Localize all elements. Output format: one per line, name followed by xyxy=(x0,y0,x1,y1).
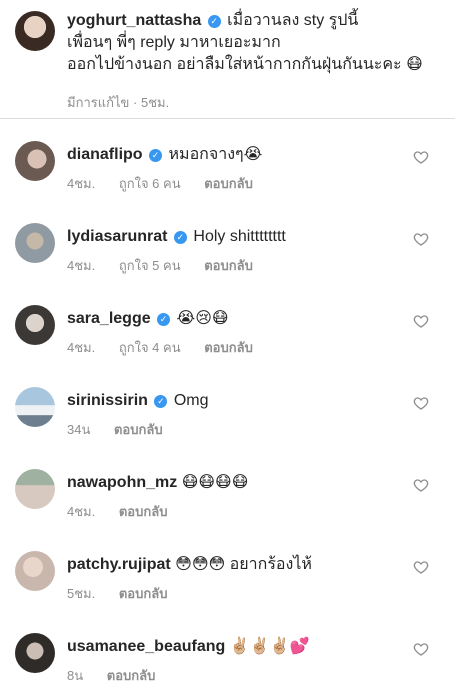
caption-line-2: เพื่อนๆ พี่ๆ reply มาหาเยอะมาก xyxy=(67,34,281,51)
verified-badge-icon: ✓ xyxy=(173,231,187,244)
heart-outline-icon[interactable] xyxy=(413,149,429,165)
comment-time: 34น xyxy=(67,422,91,437)
comment-line: lydiasarunrat ✓ Holy shitttttttt xyxy=(67,226,286,248)
comment-meta: 8น ตอบกลับ xyxy=(67,665,175,686)
avatar[interactable] xyxy=(15,305,55,345)
comment-item: usamanee_beaufang ✌🏼✌🏼✌🏼💕 8น ตอบกลับ xyxy=(0,620,455,700)
comment-item: sara_legge ✓ 😭😢😷 4ชม. ถูกใจ 4 คน ตอบกลับ xyxy=(0,292,455,372)
heart-outline-icon[interactable] xyxy=(413,231,429,247)
comment-item: lydiasarunrat ✓ Holy shitttttttt 4ชม. ถู… xyxy=(0,210,455,290)
caption-line-1: เมื่อวานลง sty รูปนี้ xyxy=(227,12,359,29)
verified-badge-icon: ✓ xyxy=(149,149,163,162)
avatar[interactable] xyxy=(15,11,55,51)
comment-likes[interactable]: ถูกใจ 6 คน xyxy=(119,176,181,191)
verified-badge-icon: ✓ xyxy=(154,395,168,408)
reply-button[interactable]: ตอบกลับ xyxy=(204,176,253,191)
comment-likes[interactable]: ถูกใจ 5 คน xyxy=(119,258,181,273)
comment-line: patchy.rujipat 😳😳😳 อยากร้องไห้ xyxy=(67,554,312,576)
heart-outline-icon[interactable] xyxy=(413,559,429,575)
comment-username[interactable]: usamanee_beaufang xyxy=(67,638,225,655)
comment-time: 5ชม. xyxy=(67,586,96,601)
reply-button[interactable]: ตอบกลับ xyxy=(114,422,163,437)
avatar[interactable] xyxy=(15,469,55,509)
comment-time: 4ชม. xyxy=(67,504,96,519)
caption-username[interactable]: yoghurt_nattasha xyxy=(67,12,201,29)
verified-badge-icon: ✓ xyxy=(157,313,171,326)
comment-line: sirinissirin ✓ Omg xyxy=(67,390,209,412)
comment-line: nawapohn_mz 😷😷😷😷 xyxy=(67,472,248,494)
comment-text: 😳😳😳 อยากร้องไห้ xyxy=(175,556,312,573)
comment-item: patchy.rujipat 😳😳😳 อยากร้องไห้ 5ชม. ตอบก… xyxy=(0,538,455,618)
heart-outline-icon[interactable] xyxy=(413,477,429,493)
comment-line: usamanee_beaufang ✌🏼✌🏼✌🏼💕 xyxy=(67,636,309,658)
comment-text: หมอกจางๆ😭 xyxy=(168,146,263,163)
caption-text: yoghurt_nattasha ✓ เมื่อวานลง sty รูปนี้… xyxy=(67,10,437,76)
avatar[interactable] xyxy=(15,141,55,181)
avatar[interactable] xyxy=(15,551,55,591)
caption-line-3: ออกไปข้างนอก อย่าลืมใส่หน้ากากกันฝุ่นกัน… xyxy=(67,56,423,73)
comment-meta: 5ชม. ตอบกลับ xyxy=(67,583,187,604)
comment-text: Omg xyxy=(173,392,209,409)
comment-time: 4ชม. xyxy=(67,258,96,273)
comment-meta: 4ชม. ตอบกลับ xyxy=(67,501,187,522)
reply-button[interactable]: ตอบกลับ xyxy=(204,340,253,355)
comment-meta: 4ชม. ถูกใจ 4 คน ตอบกลับ xyxy=(67,337,273,358)
reply-button[interactable]: ตอบกลับ xyxy=(119,586,168,601)
edited-label: มีการแก้ไข xyxy=(67,95,130,110)
comment-username[interactable]: dianaflipo xyxy=(67,146,143,163)
comment-text: 😷😷😷😷 xyxy=(181,474,249,491)
comment-time: 4ชม. xyxy=(67,176,96,191)
comment-item: dianaflipo ✓ หมอกจางๆ😭 4ชม. ถูกใจ 6 คน ต… xyxy=(0,128,455,208)
avatar[interactable] xyxy=(15,633,55,673)
comment-item: nawapohn_mz 😷😷😷😷 4ชม. ตอบกลับ xyxy=(0,456,455,536)
reply-button[interactable]: ตอบกลับ xyxy=(119,504,168,519)
comment-meta: 4ชม. ถูกใจ 5 คน ตอบกลับ xyxy=(67,255,273,276)
comment-time: 8น xyxy=(67,668,84,683)
caption-meta: มีการแก้ไข · 5ชม. xyxy=(67,95,170,110)
post-caption: yoghurt_nattasha ✓ เมื่อวานลง sty รูปนี้… xyxy=(0,0,455,119)
comment-username[interactable]: sara_legge xyxy=(67,310,151,327)
comment-text: Holy shitttttttt xyxy=(193,228,286,245)
avatar[interactable] xyxy=(15,387,55,427)
heart-outline-icon[interactable] xyxy=(413,395,429,411)
comment-likes[interactable]: ถูกใจ 4 คน xyxy=(119,340,181,355)
comment-line: sara_legge ✓ 😭😢😷 xyxy=(67,308,229,330)
heart-outline-icon[interactable] xyxy=(413,641,429,657)
caption-time: 5ชม. xyxy=(140,95,170,110)
comment-text: ✌🏼✌🏼✌🏼💕 xyxy=(229,638,310,655)
comment-time: 4ชม. xyxy=(67,340,96,355)
comment-meta: 34น ตอบกลับ xyxy=(67,419,183,440)
comment-meta: 4ชม. ถูกใจ 6 คน ตอบกลับ xyxy=(67,173,273,194)
comment-text: 😭😢😷 xyxy=(176,310,229,327)
comment-username[interactable]: nawapohn_mz xyxy=(67,474,177,491)
comment-line: dianaflipo ✓ หมอกจางๆ😭 xyxy=(67,144,262,166)
comment-username[interactable]: lydiasarunrat xyxy=(67,228,167,245)
verified-badge-icon: ✓ xyxy=(207,15,221,28)
reply-button[interactable]: ตอบกลับ xyxy=(107,668,156,683)
avatar[interactable] xyxy=(15,223,55,263)
comment-username[interactable]: sirinissirin xyxy=(67,392,148,409)
reply-button[interactable]: ตอบกลับ xyxy=(204,258,253,273)
comment-username[interactable]: patchy.rujipat xyxy=(67,556,171,573)
heart-outline-icon[interactable] xyxy=(413,313,429,329)
comment-item: sirinissirin ✓ Omg 34น ตอบกลับ xyxy=(0,374,455,454)
